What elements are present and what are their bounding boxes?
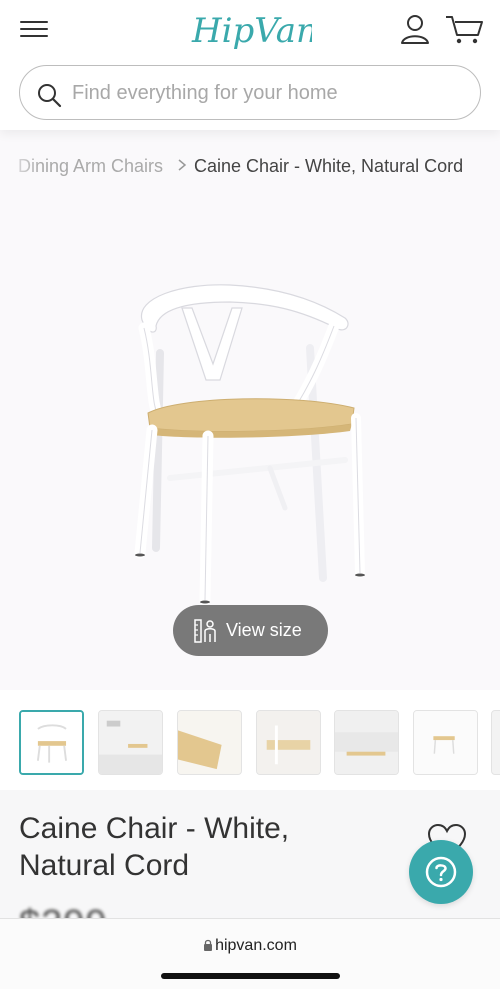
thumbnail-image bbox=[414, 711, 477, 774]
help-button[interactable] bbox=[409, 840, 473, 904]
url-text: hipvan.com bbox=[215, 937, 297, 954]
logo-text: HipVan bbox=[191, 11, 312, 51]
thumbnail-image bbox=[99, 711, 162, 774]
product-image[interactable] bbox=[120, 268, 380, 613]
breadcrumb: Dining Arm Chairs Caine Chair - White, N… bbox=[0, 152, 500, 180]
lock-icon bbox=[204, 939, 213, 951]
thumbnail-image bbox=[178, 711, 241, 774]
search-bar[interactable] bbox=[19, 65, 481, 120]
site-header: HipVan bbox=[0, 0, 500, 130]
thumbnail-1[interactable] bbox=[19, 710, 84, 775]
thumbnail-image bbox=[257, 711, 320, 774]
thumbnail-image bbox=[335, 711, 398, 774]
breadcrumb-fade bbox=[0, 152, 40, 180]
search-input[interactable] bbox=[72, 75, 462, 111]
browser-url-bar[interactable]: hipvan.com bbox=[0, 918, 500, 989]
product-title-line-1: Caine Chair - White, bbox=[19, 812, 290, 845]
view-size-label: View size bbox=[226, 620, 302, 640]
ruler-person-icon bbox=[194, 619, 216, 643]
thumbnail-5[interactable] bbox=[334, 710, 399, 775]
cart-icon[interactable] bbox=[444, 12, 484, 46]
thumbnail-3[interactable] bbox=[177, 710, 242, 775]
menu-icon[interactable] bbox=[18, 16, 50, 44]
help-icon bbox=[425, 856, 457, 888]
breadcrumb-current: Caine Chair - White, Natural Cord bbox=[194, 156, 464, 176]
view-size-button[interactable]: View size bbox=[173, 605, 328, 656]
hipvan-logo[interactable]: HipVan bbox=[190, 6, 312, 54]
thumbnail-strip bbox=[0, 700, 500, 790]
chevron-right-icon bbox=[178, 159, 187, 171]
url-display[interactable]: hipvan.com bbox=[0, 937, 500, 955]
product-title-line-2: Natural Cord bbox=[19, 849, 190, 882]
thumbnail-6[interactable] bbox=[413, 710, 478, 775]
search-icon[interactable] bbox=[36, 82, 62, 108]
thumbnail-7[interactable] bbox=[491, 710, 500, 775]
thumbnail-image bbox=[21, 712, 82, 773]
product-title: Caine Chair - White, Natural Cord bbox=[19, 810, 379, 884]
thumbnail-2[interactable] bbox=[98, 710, 163, 775]
home-indicator[interactable] bbox=[161, 973, 340, 979]
thumbnail-4[interactable] bbox=[256, 710, 321, 775]
account-icon[interactable] bbox=[398, 12, 432, 46]
